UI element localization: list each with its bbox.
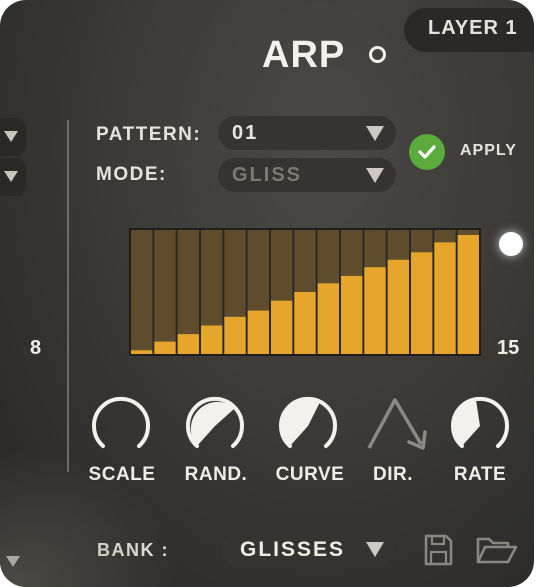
- steps-count-value: 15: [497, 337, 520, 359]
- step-bar[interactable]: [271, 300, 293, 354]
- step-bar[interactable]: [317, 283, 339, 354]
- step-slot[interactable]: [154, 230, 176, 354]
- folder-open-icon[interactable]: [474, 534, 520, 566]
- chevron-down-icon: [366, 168, 384, 183]
- pattern-label: PATTERN:: [96, 124, 202, 145]
- bank-value: GLISSES: [240, 538, 346, 561]
- step-bar[interactable]: [177, 334, 199, 354]
- pattern-value: 01: [232, 122, 259, 144]
- mode-value: GLISS: [232, 164, 303, 186]
- mode-label: MODE:: [96, 164, 167, 185]
- step-bar[interactable]: [364, 267, 386, 354]
- step-bar[interactable]: [247, 310, 269, 354]
- step-count-handle[interactable]: [499, 232, 523, 256]
- scale-knob[interactable]: [89, 394, 153, 458]
- layer-tab[interactable]: LAYER 1: [404, 8, 534, 52]
- divider: [67, 120, 69, 472]
- bank-label: BANK :: [97, 540, 169, 560]
- step-slot[interactable]: [131, 230, 153, 354]
- scale-label: SCALE: [88, 464, 156, 485]
- save-icon[interactable]: [422, 533, 454, 567]
- step-bar[interactable]: [294, 292, 316, 354]
- page-title: ARP: [262, 34, 346, 76]
- chevron-down-icon: [366, 542, 384, 557]
- rand-knob[interactable]: [183, 394, 247, 458]
- step-bar[interactable]: [387, 259, 409, 354]
- power-icon[interactable]: [369, 46, 386, 63]
- step-bars: [131, 230, 479, 354]
- chevron-down-icon: [6, 556, 20, 567]
- step-bar[interactable]: [201, 325, 223, 354]
- apply-button[interactable]: [409, 134, 445, 170]
- step-bar[interactable]: [457, 234, 479, 354]
- step-bar[interactable]: [434, 242, 456, 354]
- curve-knob[interactable]: [276, 394, 340, 458]
- curve-label: CURVE: [275, 464, 345, 485]
- step-bar[interactable]: [411, 252, 433, 354]
- step-bar[interactable]: [154, 341, 176, 354]
- dir-label: DIR.: [373, 464, 413, 485]
- rand-label: RAND.: [184, 464, 248, 485]
- step-bar[interactable]: [224, 316, 246, 354]
- chevron-down-icon: [366, 126, 384, 141]
- arp-panel: LAYER 1 ARP 8 PATTERN: 01 MODE: GLISS AP…: [0, 0, 534, 587]
- direction-icon[interactable]: [365, 392, 433, 458]
- rate-label: RATE: [453, 464, 507, 485]
- step-bar[interactable]: [341, 275, 363, 354]
- check-icon: [418, 145, 436, 159]
- side-value-left: 8: [30, 337, 42, 359]
- rate-knob[interactable]: [448, 394, 512, 458]
- apply-label: APPLY: [460, 142, 517, 159]
- chevron-down-icon: [4, 171, 18, 182]
- step-sequencer[interactable]: [129, 228, 481, 356]
- layer-label: LAYER 1: [428, 17, 518, 39]
- step-bar[interactable]: [131, 350, 153, 354]
- chevron-down-icon: [4, 131, 18, 142]
